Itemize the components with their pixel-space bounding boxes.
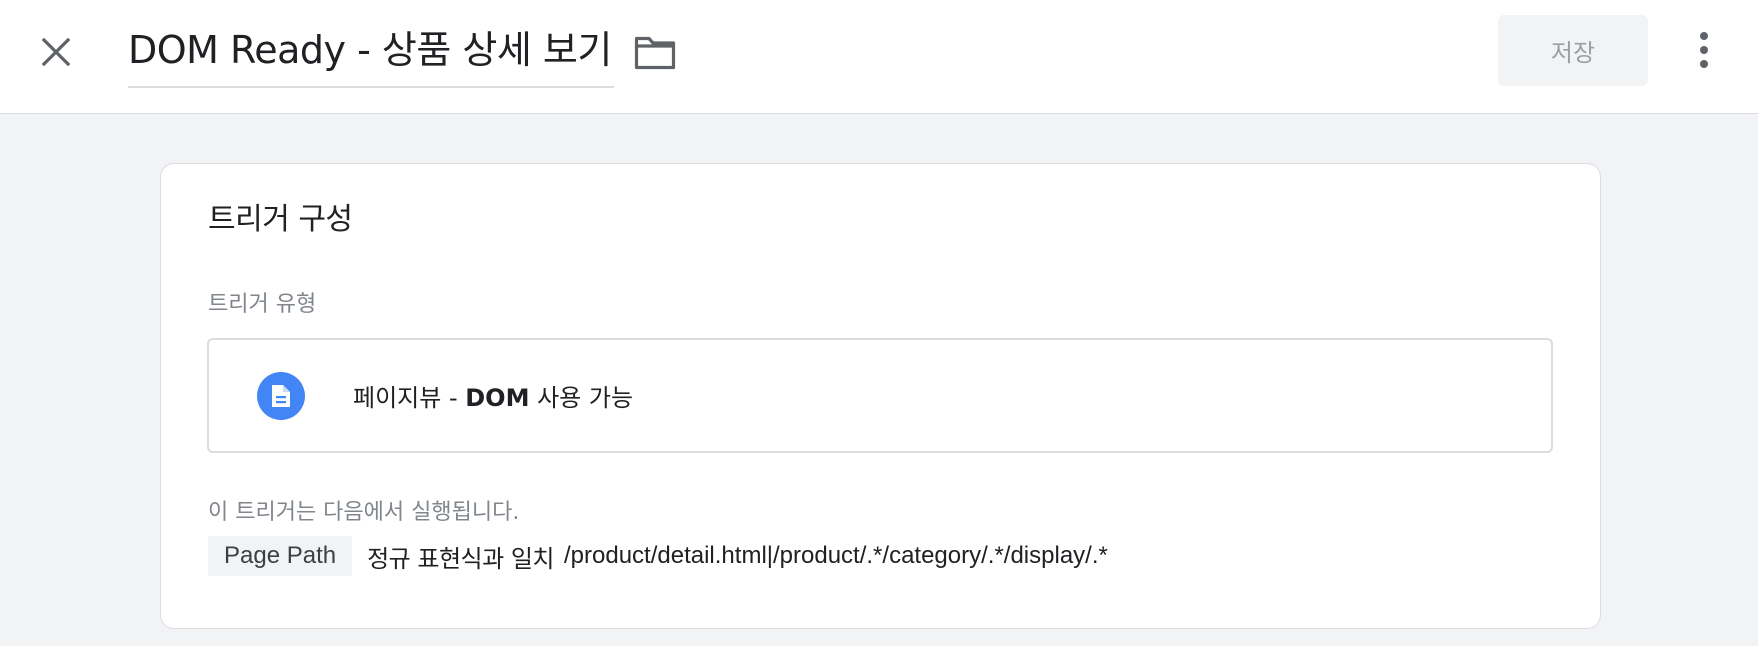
close-button[interactable] [28,24,84,80]
more-vertical-icon-dot [1700,46,1708,54]
folder-button[interactable] [630,28,680,78]
trigger-name: DOM Ready - 상품 상세 보기 [128,28,612,72]
trigger-configuration-card: 트리거 구성 트리거 유형 페이지뷰 - DOM 사용 가능 이 트리거는 다음… [160,163,1601,629]
trigger-type-name: 페이지뷰 - DOM 사용 가능 [353,378,633,413]
trigger-name-field[interactable]: DOM Ready - 상품 상세 보기 [128,22,614,88]
trigger-condition: Page Path 정규 표현식과 일치 /product/detail.htm… [208,536,1108,576]
more-vertical-icon-dot [1700,32,1708,40]
close-icon [41,37,71,67]
folder-icon [634,36,676,70]
card-title: 트리거 구성 [208,202,353,237]
trigger-type-label: 트리거 유형 [208,292,317,317]
trigger-type-name-prefix: 페이지뷰 - [353,384,466,412]
trigger-type-selector[interactable]: 페이지뷰 - DOM 사용 가능 [207,338,1553,453]
fires-on-label: 이 트리거는 다음에서 실행됩니다. [208,500,520,525]
save-button[interactable]: 저장 [1498,15,1648,86]
condition-value: /product/detail.html|/product/.*/categor… [564,542,1108,569]
condition-operator: 정규 표현식과 일치 [367,544,554,573]
condition-variable-chip: Page Path [208,536,353,576]
more-vertical-icon-dot [1700,60,1708,68]
top-bar: DOM Ready - 상품 상세 보기 저장 [0,0,1758,114]
trigger-type-name-suffix: 사용 가능 [529,384,634,412]
more-options-button[interactable] [1684,24,1724,76]
document-icon [257,372,305,420]
trigger-type-name-bold: DOM [465,384,530,412]
